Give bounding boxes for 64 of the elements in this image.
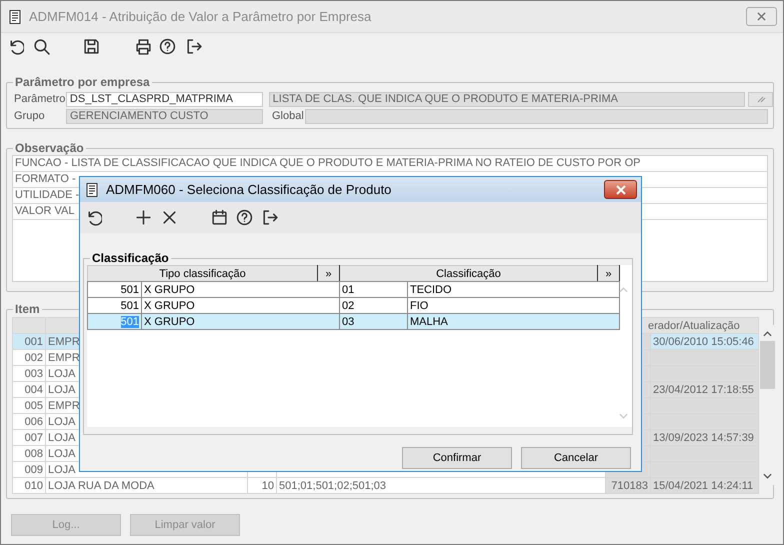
- calendar-icon[interactable]: [211, 209, 228, 226]
- table-cell: 03: [340, 314, 408, 330]
- table-cell: 004: [12, 382, 46, 398]
- document-icon: [7, 8, 23, 24]
- save-icon[interactable]: [83, 38, 100, 54]
- table-cell: 008: [12, 446, 46, 462]
- table-cell: 006: [12, 414, 46, 430]
- group-title: Observação: [13, 141, 86, 155]
- parameter-field[interactable]: DS_LST_CLASPRD_MATPRIMA: [66, 92, 263, 106]
- help-icon[interactable]: [159, 38, 176, 54]
- close-icon: [616, 184, 626, 194]
- close-icon: [757, 12, 766, 21]
- table-cell: 010: [12, 478, 46, 494]
- confirm-button[interactable]: Confirmar: [402, 447, 512, 469]
- table-cell: X GRUPO: [142, 314, 340, 330]
- table-cell: X GRUPO: [142, 282, 340, 298]
- delete-icon[interactable]: [161, 209, 178, 226]
- table-cell: 001: [12, 334, 46, 350]
- add-icon[interactable]: [135, 209, 152, 226]
- table-cell: 005: [12, 398, 46, 414]
- group-title: Classificação: [90, 251, 171, 265]
- group-title: Item: [13, 302, 42, 316]
- close-button[interactable]: [746, 7, 777, 26]
- expand-button[interactable]: »: [598, 266, 620, 282]
- table-cell: 13/09/2023 14:57:39: [650, 430, 759, 446]
- note-line: FUNCAO - LISTA DE CLASSIFICACAO QUE INDICA QUE O PRODUTO E MATERIA-PRIMA NO RATEIO DE CUSTO POR OP: [13, 156, 767, 172]
- table-cell: TECIDO: [408, 282, 620, 298]
- table-cell: 007: [12, 430, 46, 446]
- wand-icon: [756, 95, 766, 103]
- scroll-thumb[interactable]: [760, 341, 775, 389]
- table-cell: 501: [88, 282, 142, 298]
- group-title: Parâmetro por empresa: [13, 75, 152, 89]
- document-icon: [84, 182, 100, 198]
- table-cell: 009: [12, 462, 46, 478]
- table-cell: 710183: [606, 478, 650, 494]
- table-cell: 002: [12, 350, 46, 366]
- table-cell: 10: [248, 478, 276, 494]
- expand-button[interactable]: »: [318, 266, 340, 282]
- exit-icon[interactable]: [261, 209, 278, 226]
- table-cell: 501;01;501;02;501;03: [276, 478, 606, 494]
- column-header: Tipo classificação: [88, 266, 318, 282]
- field-label: Parâmetro: [13, 92, 66, 107]
- field-label: Grupo: [13, 108, 46, 124]
- table-cell: 01: [340, 282, 408, 298]
- scroll-up-icon[interactable]: [763, 331, 772, 337]
- search-icon[interactable]: [33, 38, 50, 54]
- column-header: Classificação: [340, 266, 598, 282]
- exit-icon[interactable]: [185, 38, 202, 54]
- help-icon[interactable]: [236, 209, 253, 226]
- close-button[interactable]: [604, 180, 637, 199]
- window-title: ADMFM014 - Atribuição de Valor a Parâmetro por Empresa: [29, 8, 372, 26]
- table-cell: 003: [12, 366, 46, 382]
- description-field: LISTA DE CLAS. QUE INDICA QUE O PRODUTO E MATERIA-PRIMA: [268, 92, 746, 106]
- cancel-button[interactable]: Cancelar: [521, 447, 631, 469]
- print-icon[interactable]: [135, 38, 152, 54]
- table-cell: MALHA: [408, 314, 620, 330]
- table-cell: 15/04/2021 14:24:11: [650, 478, 759, 494]
- field-label: Global: [271, 108, 305, 124]
- table-cell: LOJA RUA DA MODA: [46, 478, 248, 494]
- table-cell: 501: [88, 314, 142, 330]
- table-cell: 23/04/2012 17:18:55: [650, 382, 759, 398]
- table-cell: 30/06/2010 15:05:46: [650, 334, 759, 350]
- scroll-down-icon[interactable]: [763, 473, 772, 479]
- group-field: GERENCIAMENTO CUSTO: [66, 108, 263, 124]
